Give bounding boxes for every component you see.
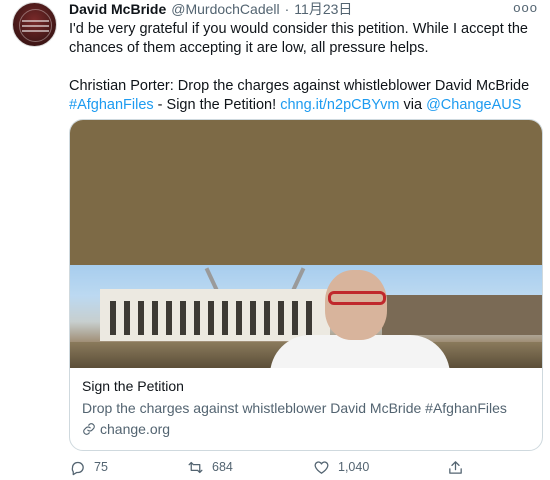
card-domain: change.org (82, 419, 530, 439)
share-icon (449, 460, 462, 474)
author-name[interactable]: David McBride (69, 1, 166, 17)
hashtag-link[interactable]: #AfghanFiles (69, 97, 154, 113)
card-description: Drop the charges against whistleblower D… (82, 400, 507, 416)
tweet-actions: 75 684 1,040 (69, 456, 543, 478)
header-separator: · (284, 1, 290, 17)
via-text: via (399, 97, 427, 113)
tweet-paragraph-1: I'd be very grateful if you would consid… (69, 21, 528, 56)
background-hedge (382, 295, 542, 335)
like-count: 1,040 (338, 460, 370, 474)
tweet-date[interactable]: 11月23日 (294, 0, 352, 19)
avatar[interactable] (12, 2, 57, 47)
person-glasses (328, 291, 386, 305)
author-handle[interactable]: @MurdochCadell (171, 1, 279, 17)
retweet-count: 684 (212, 460, 233, 474)
sign-petition-text: - Sign the Petition! (153, 97, 281, 113)
like-button[interactable]: 1,040 (313, 459, 369, 476)
card-body: Sign the Petition Drop the charges again… (70, 368, 542, 439)
tweet-text: I'd be very grateful if you would consid… (69, 20, 537, 115)
parliament-building (100, 289, 330, 341)
retweet-icon (188, 461, 203, 473)
more-icon[interactable]: ooo (513, 0, 538, 15)
petition-headline: Christian Porter: Drop the charges again… (69, 78, 530, 94)
share-button[interactable] (447, 459, 464, 476)
reply-button[interactable]: 75 (69, 459, 108, 476)
card-photo (70, 265, 542, 368)
person-head (325, 270, 387, 340)
short-link[interactable]: chng.it/n2pCBYvm (280, 97, 399, 113)
reply-count: 75 (94, 460, 108, 474)
retweet-button[interactable]: 684 (187, 459, 233, 476)
heart-icon (314, 460, 329, 474)
link-icon (83, 423, 95, 435)
tweet-paragraph-2: Christian Porter: Drop the charges again… (69, 77, 537, 115)
mention-link[interactable]: @ChangeAUS (426, 97, 521, 113)
link-card[interactable]: Sign the Petition Drop the charges again… (69, 119, 543, 451)
card-image[interactable] (70, 120, 542, 368)
card-title: Sign the Petition (82, 378, 184, 394)
reply-icon (71, 461, 84, 475)
avatar-text-graphic (22, 17, 49, 35)
tweet-header: David McBride @MurdochCadell · 11月23日 (69, 0, 352, 18)
card-domain-text: change.org (100, 421, 171, 437)
